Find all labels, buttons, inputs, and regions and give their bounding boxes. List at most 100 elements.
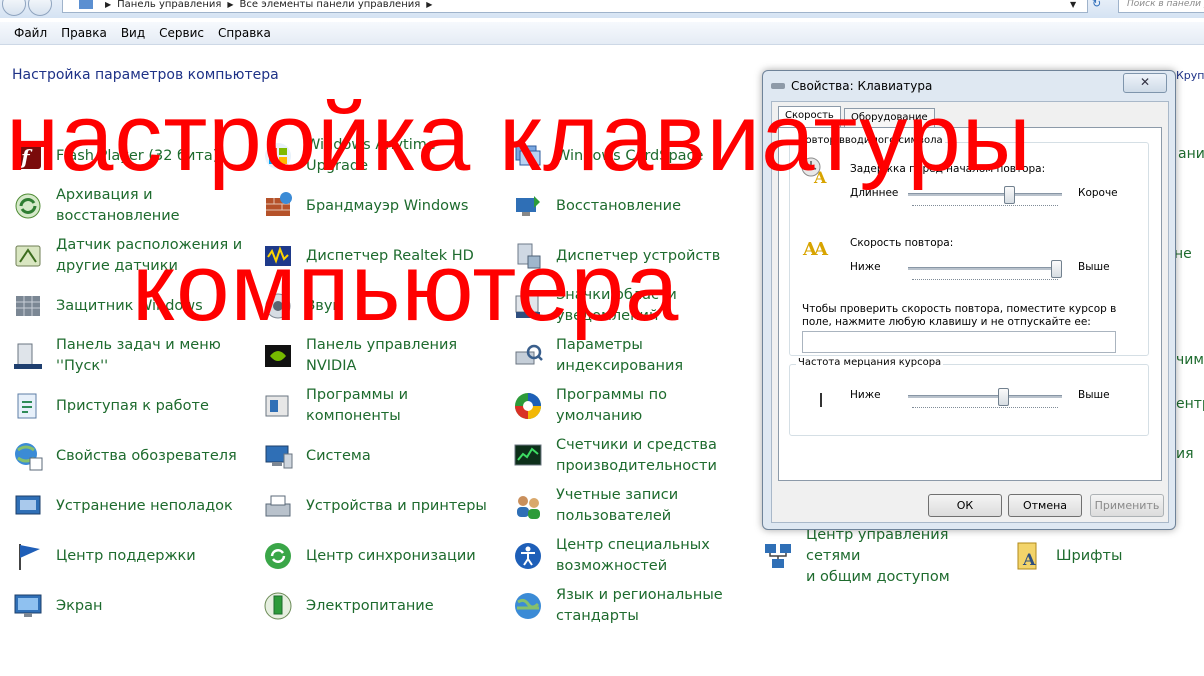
cut-off-item-label[interactable]: чим — [1176, 352, 1204, 368]
blink-slider-ticks — [912, 407, 1058, 411]
blink-slider-thumb[interactable] — [998, 388, 1009, 406]
repeat-groupbox: Повтор вводимого символа A Задержка пере… — [789, 135, 1149, 356]
cut-off-item-label[interactable]: ание — [1178, 146, 1204, 162]
accessibility-icon — [512, 540, 544, 572]
control-panel-item-label: Центр специальных возможностей — [556, 537, 710, 574]
control-panel-item[interactable]: Значки области уведомлений — [512, 284, 752, 328]
cancel-button[interactable]: Отмена — [1008, 494, 1082, 517]
control-panel-item-label: Центр синхронизации — [306, 547, 476, 564]
dialog-titlebar[interactable]: Свойства: Клавиатура ✕ — [763, 71, 1175, 101]
repeat-group-caption: Повтор вводимого символа — [796, 135, 945, 146]
menu-edit[interactable]: Правка — [61, 22, 107, 44]
repeat-rate-slider[interactable] — [908, 257, 1062, 281]
control-panel-item[interactable]: Устранение неполадок — [12, 484, 252, 528]
sound-icon — [262, 290, 294, 322]
control-panel-item[interactable]: Система — [262, 434, 502, 478]
speed-tab-panel: Повтор вводимого символа A Задержка пере… — [778, 127, 1162, 481]
refresh-icon[interactable]: ↻ — [1092, 0, 1106, 10]
control-panel-item-label: Диспетчер устройств — [556, 247, 721, 264]
address-field[interactable]: ▶ Панель управления ▶ Все элементы панели у… — [62, 0, 1088, 13]
control-panel-item[interactable]: Датчик расположения и другие датчики — [12, 234, 252, 278]
control-panel-item[interactable]: Панель задач и меню ''Пуск'' — [12, 334, 252, 378]
cut-off-item-label[interactable]: ия — [1176, 446, 1194, 462]
control-panel-item[interactable]: Windows CardSpace — [512, 134, 752, 178]
menu-tools[interactable]: Сервис — [159, 22, 204, 44]
control-panel-item[interactable]: Брандмауэр Windows — [262, 184, 502, 228]
menu-help[interactable]: Справка — [218, 22, 271, 44]
control-panel-item[interactable]: Учетные записи пользователей — [512, 484, 752, 528]
breadcrumb-all-items[interactable]: Все элементы панели управления — [240, 0, 421, 10]
system-icon — [262, 440, 294, 472]
control-panel-item[interactable]: Экран — [12, 584, 252, 628]
control-panel-item[interactable]: Защитник Windows — [12, 284, 252, 328]
control-panel-item[interactable]: Восстановление — [512, 184, 752, 228]
ok-button[interactable]: ОК — [928, 494, 1002, 517]
dialog-body: Скорость Оборудование Повтор вводимого с… — [771, 101, 1169, 523]
control-panel-item-label: Центр управления сетями и общим доступом — [806, 526, 950, 585]
control-panel-item[interactable]: Центр специальных возможностей — [512, 534, 752, 578]
control-panel-item[interactable]: Язык и региональные стандарты — [512, 584, 752, 628]
control-panel-item[interactable]: Центр синхронизации — [262, 534, 502, 578]
control-panel-item[interactable]: Программы по умолчанию — [512, 384, 752, 428]
default-programs-icon — [512, 390, 544, 422]
programs-icon — [262, 390, 294, 422]
control-panel-item-label: Панель задач и меню ''Пуск'' — [56, 337, 221, 374]
control-panel-item[interactable]: Архивация и восстановление — [12, 184, 252, 228]
control-panel-item-label: Панель управления NVIDIA — [306, 337, 458, 374]
delay-slider-thumb[interactable] — [1004, 186, 1015, 204]
forward-button[interactable] — [28, 0, 52, 16]
windows-upgrade-icon — [262, 140, 294, 172]
internet-options-icon — [12, 440, 44, 472]
control-panel-item-label: Шрифты — [1056, 547, 1123, 564]
control-panel-item[interactable]: Свойства обозревателя — [12, 434, 252, 478]
back-button[interactable] — [2, 0, 26, 16]
delay-slider[interactable] — [908, 183, 1062, 207]
repeat-test-field[interactable] — [802, 331, 1116, 353]
search-input[interactable]: Поиск в панели упр... — [1118, 0, 1204, 13]
tab-speed[interactable]: Скорость — [778, 106, 841, 128]
control-panel-item[interactable]: Центр управления сетями и общим доступом — [762, 527, 1002, 585]
nvidia-icon — [262, 340, 294, 372]
control-panel-item[interactable]: f Flash Player (32 бита) — [12, 134, 252, 178]
control-panel-item-label: Звук — [306, 297, 342, 314]
control-panel-item[interactable]: Параметры индексирования — [512, 334, 752, 378]
control-panel-item[interactable]: Программы и компоненты — [262, 384, 502, 428]
chevron-right-icon: ▶ — [105, 0, 112, 9]
cut-off-item-label[interactable]: ентр — [1176, 396, 1204, 412]
control-panel-item[interactable]: Звук — [262, 284, 502, 328]
control-panel-item[interactable]: A Шрифты — [1012, 534, 1204, 578]
control-panel-icon — [79, 0, 93, 9]
tray-icons-icon — [512, 290, 544, 322]
chevron-down-icon[interactable]: ▼ — [1070, 0, 1076, 9]
control-panel-item[interactable]: Приступая к работе — [12, 384, 252, 428]
control-panel-item-label: Приступая к работе — [56, 397, 209, 414]
blink-slider-track — [908, 395, 1062, 398]
menu-view[interactable]: Вид — [121, 22, 145, 44]
breadcrumb-control-panel[interactable]: Панель управления — [117, 0, 221, 10]
rate-slider-thumb[interactable] — [1051, 260, 1062, 278]
close-button[interactable]: ✕ — [1123, 73, 1167, 93]
rate-slider-track — [908, 267, 1062, 270]
cut-off-item-label[interactable]: не — [1174, 246, 1192, 262]
control-panel-item[interactable]: Диспетчер устройств — [512, 234, 752, 278]
control-panel-item[interactable]: Электропитание — [262, 584, 502, 628]
control-panel-item[interactable]: Панель управления NVIDIA — [262, 334, 502, 378]
control-panel-item[interactable]: Windows Anytime Upgrade — [262, 134, 502, 178]
control-panel-item[interactable]: Устройства и принтеры — [262, 484, 502, 528]
rate-slider-ticks — [912, 279, 1058, 283]
blink-rate-slider[interactable] — [908, 385, 1062, 409]
control-panel-item[interactable]: Счетчики и средства производительности — [512, 434, 752, 478]
backup-icon — [12, 190, 44, 222]
tab-hardware[interactable]: Оборудование — [844, 108, 935, 127]
defender-icon — [12, 290, 44, 322]
control-panel-item-label: Учетные записи пользователей — [556, 487, 679, 524]
flash-icon: f — [12, 140, 44, 172]
control-panel-item[interactable]: Центр поддержки — [12, 534, 252, 578]
view-mode-link[interactable]: Крупн — [1176, 69, 1204, 82]
control-panel-item-label: Экран — [56, 597, 103, 614]
control-panel-item[interactable]: Диспетчер Realtek HD — [262, 234, 502, 278]
menu-file[interactable]: Файл — [14, 22, 47, 44]
apply-button[interactable]: Применить — [1090, 494, 1164, 517]
svg-text:A: A — [813, 239, 829, 260]
control-panel-item-label: Устранение неполадок — [56, 497, 233, 514]
